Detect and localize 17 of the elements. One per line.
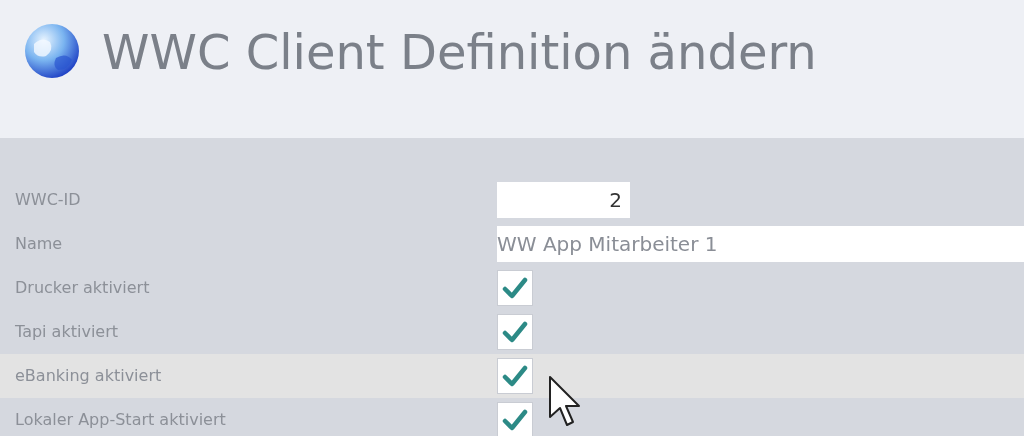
checkbox[interactable] [497,402,533,436]
page-title: WWC Client Definition ändern [102,23,817,82]
checkmark-icon [502,321,528,343]
id-field[interactable]: 2 [497,182,630,218]
field-label: Name [14,233,64,255]
checkbox[interactable] [497,358,533,394]
field-label: Drucker aktiviert [14,277,151,299]
field-label: eBanking aktiviert [14,365,163,387]
checkmark-icon [502,365,528,387]
checkmark-icon [502,277,528,299]
field-label: WWC-ID [14,189,82,211]
field-label: Lokaler App-Start aktiviert [14,409,227,431]
checkbox[interactable] [497,270,533,306]
field-label: Tapi aktiviert [14,321,119,343]
checkmark-icon [502,409,528,431]
checkbox[interactable] [497,314,533,350]
globe-icon [24,22,80,80]
